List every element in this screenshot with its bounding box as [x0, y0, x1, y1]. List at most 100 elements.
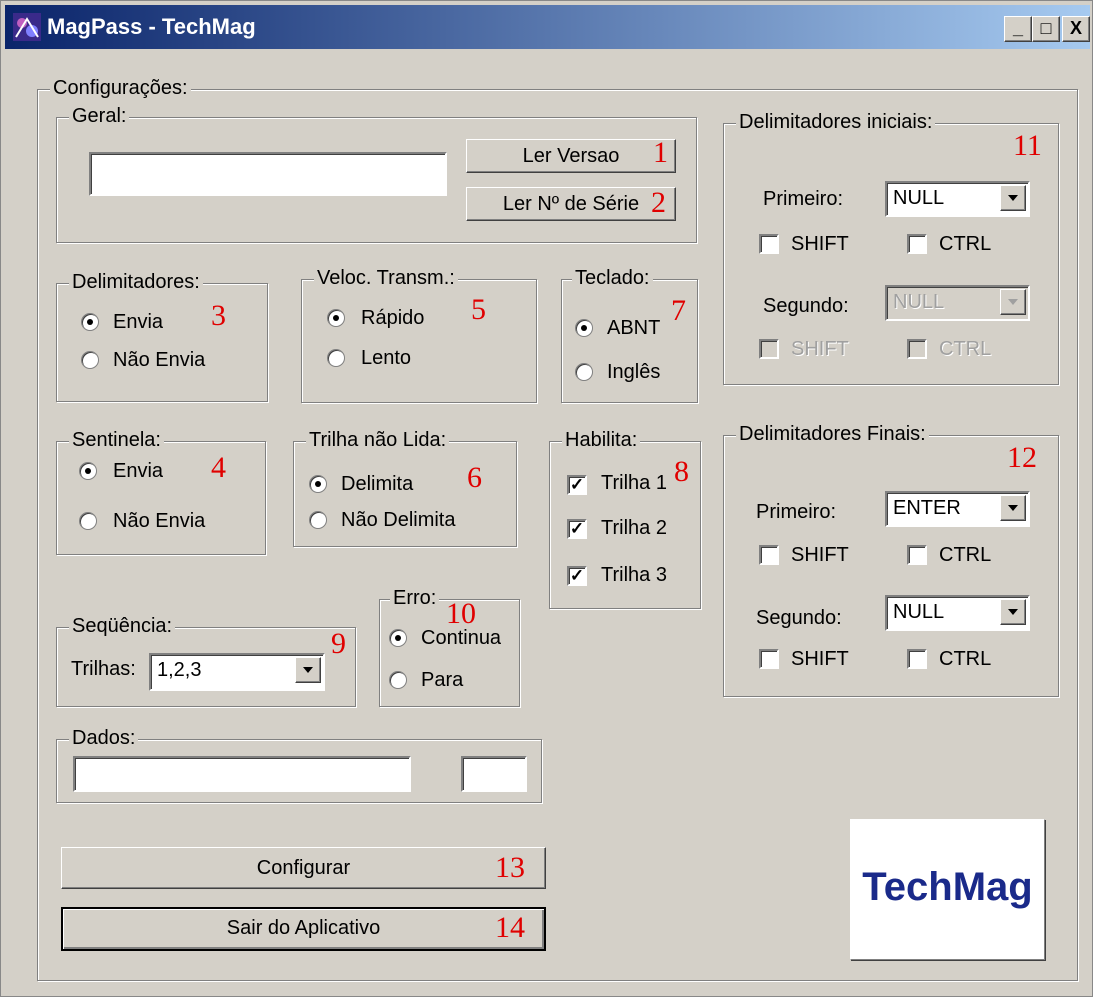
iniciais-segundo-shift-label: SHIFT — [791, 338, 849, 360]
trilha1-checkbox[interactable]: ✓ — [567, 475, 587, 495]
annotation-13: 13 — [495, 851, 525, 884]
finais-ctrl-checkbox[interactable] — [907, 545, 927, 565]
iniciais-shift-checkbox[interactable] — [759, 234, 779, 254]
finais-segundo-ctrl-label: CTRL — [939, 648, 992, 670]
trilha1-label: Trilha 1 — [601, 472, 667, 494]
configurar-button[interactable]: Configurar — [61, 847, 546, 889]
annotation-1: 1 — [653, 136, 668, 169]
annotation-4: 4 — [211, 451, 226, 484]
trilha-delimita-radio[interactable] — [309, 475, 327, 493]
app-icon — [13, 13, 41, 41]
geral-field[interactable] — [89, 152, 447, 196]
annotation-9: 9 — [331, 627, 346, 660]
delimitadores-nao-envia-label: Não Envia — [113, 349, 206, 371]
erro-continua-label: Continua — [421, 627, 502, 649]
erro-continua-radio[interactable] — [389, 629, 407, 647]
delim-finais-label: Delimitadores Finais: — [736, 423, 929, 446]
iniciais-segundo-ctrl-label: CTRL — [939, 338, 992, 360]
dados-count-field[interactable] — [461, 756, 527, 792]
close-button[interactable]: X — [1062, 16, 1090, 42]
trilha2-label: Trilha 2 — [601, 517, 667, 539]
iniciais-segundo-value: NULL — [893, 291, 945, 313]
delimitadores-envia-label: Envia — [113, 311, 164, 333]
trilha3-label: Trilha 3 — [601, 564, 667, 586]
delimitadores-label: Delimitadores: — [69, 271, 203, 294]
finais-shift-checkbox[interactable] — [759, 545, 779, 565]
teclado-abnt-radio[interactable] — [575, 319, 593, 337]
logo-text: TechMag — [862, 865, 1033, 909]
trilha2-checkbox[interactable]: ✓ — [567, 519, 587, 539]
iniciais-shift-label: SHIFT — [791, 233, 849, 255]
finais-segundo-shift-checkbox[interactable] — [759, 649, 779, 669]
finais-primeiro-value: ENTER — [893, 497, 961, 519]
trilha-nao-lida-label: Trilha não Lida: — [306, 429, 450, 452]
veloc-rapido-radio[interactable] — [327, 309, 345, 327]
finais-segundo-combo[interactable]: NULL — [885, 595, 1030, 631]
sentinela-group: Sentinela: — [56, 429, 266, 555]
finais-primeiro-label: Primeiro: — [756, 501, 837, 523]
iniciais-segundo-ctrl-checkbox[interactable] — [907, 339, 927, 359]
finais-ctrl-label: CTRL — [939, 544, 992, 566]
delimitadores-envia-radio[interactable] — [81, 313, 99, 331]
erro-para-label: Para — [421, 669, 464, 691]
trilha-nao-delimita-radio[interactable] — [309, 511, 327, 529]
sentinela-nao-envia-radio[interactable] — [79, 512, 97, 530]
chevron-down-icon[interactable] — [295, 657, 321, 683]
delimitadores-nao-envia-radio[interactable] — [81, 351, 99, 369]
finais-primeiro-combo[interactable]: ENTER — [885, 491, 1030, 527]
trilhas-label: Trilhas: — [71, 658, 136, 680]
dados-field[interactable] — [73, 756, 411, 792]
finais-segundo-shift-label: SHIFT — [791, 648, 849, 670]
annotation-6: 6 — [467, 461, 482, 494]
chevron-down-icon[interactable] — [1000, 185, 1026, 211]
annotation-11: 11 — [1013, 129, 1042, 162]
finais-segundo-ctrl-checkbox[interactable] — [907, 649, 927, 669]
iniciais-primeiro-combo[interactable]: NULL — [885, 181, 1030, 217]
finais-shift-label: SHIFT — [791, 544, 849, 566]
ler-serie-button[interactable]: Ler Nº de Série — [466, 187, 676, 221]
dados-label: Dados: — [69, 727, 139, 750]
iniciais-ctrl-checkbox[interactable] — [907, 234, 927, 254]
annotation-3: 3 — [211, 299, 226, 332]
erro-para-radio[interactable] — [389, 671, 407, 689]
annotation-2: 2 — [651, 186, 666, 219]
sequencia-label: Seqüência: — [69, 615, 176, 638]
iniciais-segundo-label: Segundo: — [763, 295, 849, 317]
teclado-label: Teclado: — [572, 267, 653, 290]
maximize-button[interactable]: □ — [1032, 16, 1060, 42]
iniciais-segundo-combo[interactable]: NULL — [885, 285, 1030, 321]
window-title: MagPass - TechMag — [47, 14, 256, 39]
chevron-down-icon[interactable] — [1000, 495, 1026, 521]
teclado-ingles-radio[interactable] — [575, 363, 593, 381]
trilha3-checkbox[interactable]: ✓ — [567, 566, 587, 586]
teclado-ingles-label: Inglês — [607, 361, 661, 383]
trilhas-combo[interactable]: 1,2,3 — [149, 653, 325, 691]
geral-label: Geral: — [69, 105, 130, 128]
techmag-logo: TechMag — [850, 819, 1045, 960]
delimitadores-group: Delimitadores: — [56, 271, 268, 402]
veloc-label: Veloc. Transm.: — [314, 267, 458, 290]
chevron-down-icon[interactable] — [1000, 289, 1026, 315]
trilhas-combo-value: 1,2,3 — [157, 659, 202, 681]
iniciais-primeiro-label: Primeiro: — [763, 188, 844, 210]
habilita-label: Habilita: — [562, 429, 641, 452]
iniciais-primeiro-value: NULL — [893, 187, 945, 209]
annotation-12: 12 — [1007, 441, 1037, 474]
veloc-lento-radio[interactable] — [327, 349, 345, 367]
sentinela-label: Sentinela: — [69, 429, 164, 452]
sentinela-nao-envia-label: Não Envia — [113, 510, 206, 532]
trilha-delimita-label: Delimita — [341, 473, 414, 495]
erro-label: Erro: — [390, 587, 440, 610]
sentinela-envia-radio[interactable] — [79, 462, 97, 480]
iniciais-segundo-shift-checkbox[interactable] — [759, 339, 779, 359]
title-bar[interactable]: MagPass - TechMag _ □ X — [5, 5, 1090, 49]
trilha-nao-delimita-label: Não Delimita — [341, 509, 456, 531]
minimize-button[interactable]: _ — [1004, 16, 1032, 42]
magpass-window: MagPass - TechMag _ □ X Configurações: G… — [0, 0, 1093, 997]
chevron-down-icon[interactable] — [1000, 599, 1026, 625]
annotation-5: 5 — [471, 293, 486, 326]
annotation-7: 7 — [671, 294, 686, 327]
veloc-lento-label: Lento — [361, 347, 412, 369]
ler-versao-button[interactable]: Ler Versao — [466, 139, 676, 173]
sair-button[interactable]: Sair do Aplicativo — [61, 907, 546, 951]
